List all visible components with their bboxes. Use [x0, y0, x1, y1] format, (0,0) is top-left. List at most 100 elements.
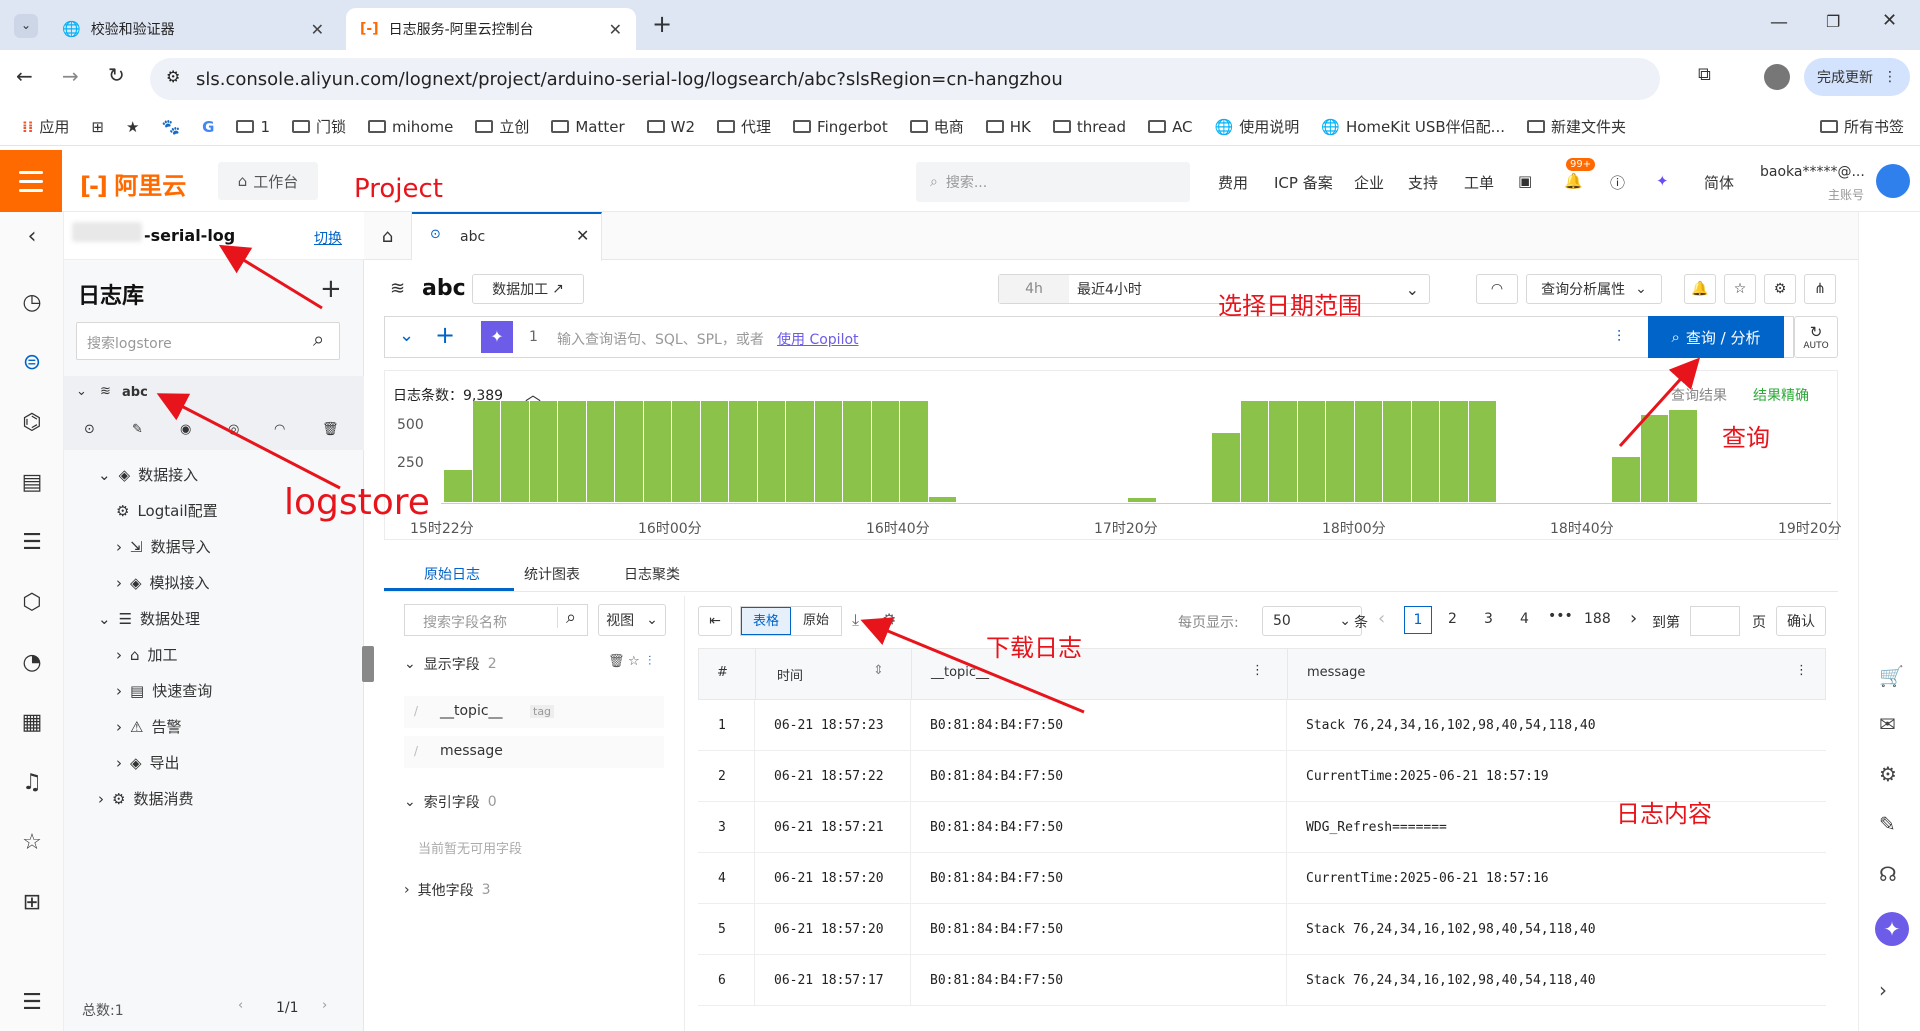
headset-icon[interactable]: ☊ [1879, 862, 1897, 886]
menu-hamburger-icon[interactable] [0, 150, 62, 212]
bookmark-15[interactable]: 新建文件夹 [1526, 116, 1626, 137]
switch-project-link[interactable]: 切换 [314, 228, 342, 248]
field-search-input[interactable]: 搜索字段名称 ⌕ [404, 604, 588, 636]
lang-switch[interactable]: 简体 [1704, 172, 1734, 193]
nav-enterprise[interactable]: 企业 [1354, 172, 1384, 193]
tab-log-cluster[interactable]: 日志聚类 [624, 564, 680, 584]
delete-trash-icon[interactable]: 🗑 [322, 422, 339, 437]
add-logstore-plus-icon[interactable]: + [320, 274, 342, 304]
add-plus-icon[interactable]: + [435, 321, 455, 349]
collapse-chevron-icon[interactable]: ‹ [18, 222, 46, 250]
page-4[interactable]: 4 [1520, 611, 1529, 627]
bookmark-star-icon[interactable]: ★ [126, 118, 139, 136]
bookmark-4[interactable]: 立创 [475, 116, 529, 137]
all-bookmarks[interactable]: 所有书签 [1819, 116, 1904, 137]
tab-abc[interactable]: ⊙ abc ✕ [412, 212, 602, 261]
bookmark-10[interactable]: HK [985, 118, 1031, 136]
histogram-bar[interactable] [1326, 400, 1354, 502]
dashboard-icon[interactable]: ▤ [18, 468, 46, 496]
field-item-topic[interactable]: / __topic__ tag [404, 696, 664, 728]
histogram-bar[interactable] [444, 469, 472, 502]
report-icon[interactable]: ☰ [18, 528, 46, 556]
histogram-bar[interactable] [1128, 498, 1156, 502]
edit-icon[interactable]: ✎ [1879, 812, 1896, 836]
bookmark-3[interactable]: mihome [368, 118, 453, 136]
cart-icon[interactable]: 🛒 [1879, 664, 1904, 688]
user-avatar[interactable] [1876, 164, 1910, 198]
next-page-icon[interactable]: › [1630, 608, 1637, 629]
query-attr-select[interactable]: 查询分析属性 ⌄ [1526, 274, 1662, 304]
page-2[interactable]: 2 [1448, 611, 1457, 627]
tree-alert[interactable]: › ⚠ 告警 [116, 716, 181, 737]
menu-list-icon[interactable]: ☰ [18, 988, 46, 1016]
home-tab-icon[interactable]: ⌂ [364, 212, 412, 260]
raw-mode-button[interactable]: 原始 [791, 607, 841, 635]
histogram-bar[interactable] [672, 400, 700, 502]
bell-icon[interactable]: 🔔 [1564, 172, 1583, 190]
column-header-topic[interactable]: __topic__ [931, 665, 989, 680]
search-icon[interactable]: ⌕ [313, 327, 324, 351]
nav-ticket[interactable]: 工单 [1464, 172, 1494, 193]
chevron-down-icon[interactable]: ⌄ [399, 325, 414, 346]
histogram-bar[interactable] [1411, 400, 1439, 502]
user-name[interactable]: baoka*****@... [1760, 164, 1865, 180]
expand-chevron-icon[interactable]: › [1879, 978, 1887, 1002]
feedback-icon[interactable]: ✉ [1879, 712, 1896, 736]
grid-icon[interactable]: ⊞ [91, 118, 104, 136]
help-icon[interactable]: ⓘ [1610, 172, 1625, 193]
histogram-bar[interactable] [1383, 400, 1411, 502]
edit-icon[interactable]: ✎ [132, 422, 143, 437]
query-placeholder[interactable]: 输入查询语句、SQL、SPL，或者 [557, 329, 764, 349]
window-minimize-icon[interactable]: — [1770, 12, 1788, 33]
view-select[interactable]: 视图 ⌄ [598, 604, 666, 636]
toggle-fields-icon[interactable]: ⇤ [698, 606, 732, 636]
copilot-icon[interactable]: ✦ [1656, 172, 1669, 190]
field-item-message[interactable]: / message [404, 736, 664, 768]
apps-grid-icon[interactable]: ⊞ [18, 888, 46, 916]
histogram-bar[interactable] [814, 400, 842, 502]
reload-icon[interactable]: ↻ [108, 63, 125, 87]
tree-data-import[interactable]: › ⇲ 数据导入 [116, 536, 211, 557]
filter-sliders-icon[interactable]: ⫶ [648, 654, 651, 669]
bookmark-1[interactable]: 1 [236, 118, 270, 136]
histogram-bar[interactable] [1354, 400, 1382, 502]
copilot-float-icon[interactable]: ✦ [1875, 912, 1909, 946]
auto-refresh-button[interactable]: ↻ AUTO [1794, 316, 1838, 358]
url-field[interactable]: ⚙ sls.console.aliyun.com/lognext/project… [150, 58, 1660, 100]
histogram-bar[interactable] [501, 400, 529, 502]
histogram-bar[interactable] [1669, 409, 1697, 502]
tab-raw-logs[interactable]: 原始日志 [424, 564, 480, 584]
more-vert-icon[interactable]: ⋮ [1251, 663, 1264, 678]
histogram-bar[interactable] [757, 400, 785, 502]
table-mode-button[interactable]: 表格 [741, 607, 791, 635]
table-row[interactable]: 1 06-21 18:57:23 B0:81:84:B4:F7:50 Stack 76… [698, 700, 1826, 751]
prev-page-icon[interactable]: ‹ [1378, 608, 1385, 629]
table-row[interactable]: 6 06-21 18:57:17 B0:81:84:B4:F7:50 Stack 76… [698, 955, 1826, 1006]
histogram-bar[interactable] [729, 400, 757, 502]
alarm-bell-icon[interactable]: 🔔 [1684, 274, 1716, 304]
page-1[interactable]: 1 [1404, 606, 1432, 634]
speedometer-icon[interactable]: ◠ [1476, 274, 1518, 304]
histogram-bar[interactable] [871, 400, 899, 502]
bookmark-6[interactable]: W2 [646, 118, 695, 136]
more-vert-icon[interactable]: ⋮ [1795, 663, 1808, 678]
histogram-bar[interactable] [786, 400, 814, 502]
document-icon[interactable]: ▦ [18, 708, 46, 736]
profile-avatar[interactable] [1764, 64, 1790, 90]
table-row[interactable]: 5 06-21 18:57:20 B0:81:84:B4:F7:50 Stack 76… [698, 904, 1826, 955]
delete-icon[interactable]: 🗑 [608, 654, 625, 669]
logstore-search-input[interactable]: 搜索logstore ⌕ [76, 322, 340, 360]
page-last[interactable]: 188 [1584, 611, 1611, 627]
tab-stat-chart[interactable]: 统计图表 [524, 564, 580, 584]
workbench-button[interactable]: ⌂ 工作台 [218, 162, 318, 200]
terminal-icon[interactable]: ▣ [1518, 172, 1532, 190]
ellipsis-icon[interactable]: ••• [1548, 608, 1573, 624]
goto-page-input[interactable] [1690, 606, 1740, 636]
close-icon[interactable]: ✕ [576, 226, 589, 245]
forward-arrow-icon[interactable]: → [62, 64, 79, 88]
bookmark-9[interactable]: 电商 [909, 116, 964, 137]
search-log-icon[interactable]: ⊙ [84, 422, 95, 437]
tree-transform[interactable]: › ⌂ 加工 [116, 644, 178, 665]
nav-icp[interactable]: ICP 备案 [1274, 172, 1333, 193]
tree-logtail[interactable]: ⚙ Logtail配置 [116, 500, 218, 521]
